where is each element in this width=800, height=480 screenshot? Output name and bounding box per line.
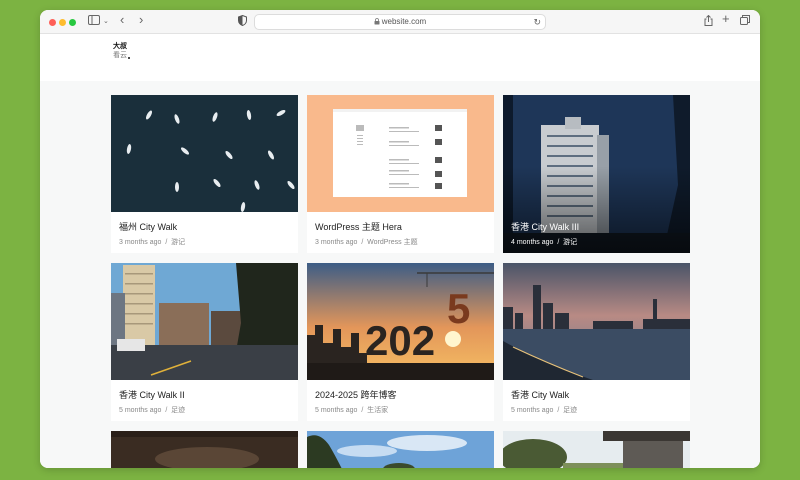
post-thumbnail-dark-interior[interactable] xyxy=(111,431,298,468)
lock-icon xyxy=(374,18,382,26)
privacy-shield-icon[interactable] xyxy=(238,14,247,31)
post-title[interactable]: WordPress 主题 Hera xyxy=(315,220,402,233)
zoom-window-button[interactable] xyxy=(69,19,76,26)
minimize-window-button[interactable] xyxy=(59,19,66,26)
post-category[interactable]: 足迹 xyxy=(171,407,185,414)
url-text: website.com xyxy=(381,17,427,26)
post-age: 3 months ago xyxy=(119,239,162,246)
post-meta: 5 months ago / 足迹 xyxy=(511,405,577,415)
share-icon[interactable] xyxy=(704,14,713,31)
meta-separator: / xyxy=(165,239,168,246)
post-title[interactable]: 香港 City Walk II xyxy=(119,388,185,401)
post-thumbnail-boats[interactable] xyxy=(111,95,298,212)
post-thumbnail-rooftop[interactable] xyxy=(503,431,690,468)
thumbnail-digit: 5 xyxy=(447,285,470,332)
post-card[interactable]: 福州 City Walk 3 months ago / 游记 xyxy=(111,95,298,253)
post-meta: 4 months ago / 游记 xyxy=(511,237,577,247)
logo-dot xyxy=(128,57,130,59)
post-category[interactable]: 足迹 xyxy=(563,407,577,414)
meta-separator: / xyxy=(557,407,560,414)
post-category[interactable]: WordPress 主题 xyxy=(367,239,417,246)
browser-window: ⌄ ‹ › website.com ↻ + 大叔 看云 福州 City Walk… xyxy=(40,10,760,468)
post-title[interactable]: 2024-2025 跨年博客 xyxy=(315,388,397,401)
meta-separator: / xyxy=(361,239,364,246)
post-age: 5 months ago xyxy=(119,407,162,414)
post-age: 5 months ago xyxy=(511,407,554,414)
post-meta: 5 months ago / 足迹 xyxy=(119,405,185,415)
post-thumbnail-2025[interactable]: 5 202 xyxy=(307,263,494,380)
post-card[interactable]: 香港 City Walk 5 months ago / 足迹 xyxy=(503,263,690,421)
meta-separator: / xyxy=(557,239,560,246)
logo-text-top: 大叔 xyxy=(113,43,127,50)
post-meta: 5 months ago / 生活家 xyxy=(315,405,388,415)
site-logo[interactable]: 大叔 看云 xyxy=(113,42,133,64)
post-age: 3 months ago xyxy=(315,239,358,246)
address-bar[interactable]: website.com ↻ xyxy=(254,14,546,30)
post-card[interactable] xyxy=(503,431,690,468)
post-category[interactable]: 游记 xyxy=(171,239,185,246)
site-header: 大叔 看云 xyxy=(40,34,760,81)
thumbnail-year: 202 xyxy=(365,317,435,364)
post-category[interactable]: 生活家 xyxy=(367,407,388,414)
post-age: 5 months ago xyxy=(315,407,358,414)
logo-text-bottom: 看云 xyxy=(113,52,127,59)
post-card[interactable]: WordPress 主题 Hera 3 months ago / WordPre… xyxy=(307,95,494,253)
tab-overview-icon[interactable] xyxy=(740,15,750,30)
post-title[interactable]: 香港 City Walk III xyxy=(511,220,579,233)
post-thumbnail-wordpress[interactable] xyxy=(307,95,494,212)
reload-icon[interactable]: ↻ xyxy=(533,15,541,29)
post-thumbnail-sky-trees[interactable] xyxy=(307,431,494,468)
post-thumbnail-hk-harbour[interactable] xyxy=(503,263,690,380)
back-arrow-icon[interactable]: ‹ xyxy=(120,13,124,27)
forward-arrow-icon[interactable]: › xyxy=(139,13,143,27)
chevron-down-icon[interactable]: ⌄ xyxy=(103,15,109,29)
post-title[interactable]: 香港 City Walk xyxy=(511,388,569,401)
post-age: 4 months ago xyxy=(511,239,554,246)
close-window-button[interactable] xyxy=(49,19,56,26)
post-meta: 3 months ago / WordPress 主题 xyxy=(315,237,418,247)
post-meta: 3 months ago / 游记 xyxy=(119,237,185,247)
post-title[interactable]: 福州 City Walk xyxy=(119,220,177,233)
post-thumbnail-hk-street[interactable] xyxy=(111,263,298,380)
post-card[interactable]: 5 202 2024-2025 跨年博客 5 months ago / 生活家 xyxy=(307,263,494,421)
post-card[interactable] xyxy=(307,431,494,468)
sidebar-toggle-icon[interactable] xyxy=(88,15,100,30)
new-tab-icon[interactable]: + xyxy=(722,12,730,26)
post-category[interactable]: 游记 xyxy=(563,239,577,246)
meta-separator: / xyxy=(165,407,168,414)
browser-toolbar: ⌄ ‹ › website.com ↻ + xyxy=(40,10,760,34)
post-grid: 福州 City Walk 3 months ago / 游记 WordPress… xyxy=(40,81,760,468)
post-card[interactable]: 香港 City Walk II 5 months ago / 足迹 xyxy=(111,263,298,421)
post-card[interactable] xyxy=(111,431,298,468)
meta-separator: / xyxy=(361,407,364,414)
post-card[interactable]: 香港 City Walk III 4 months ago / 游记 xyxy=(503,95,690,253)
